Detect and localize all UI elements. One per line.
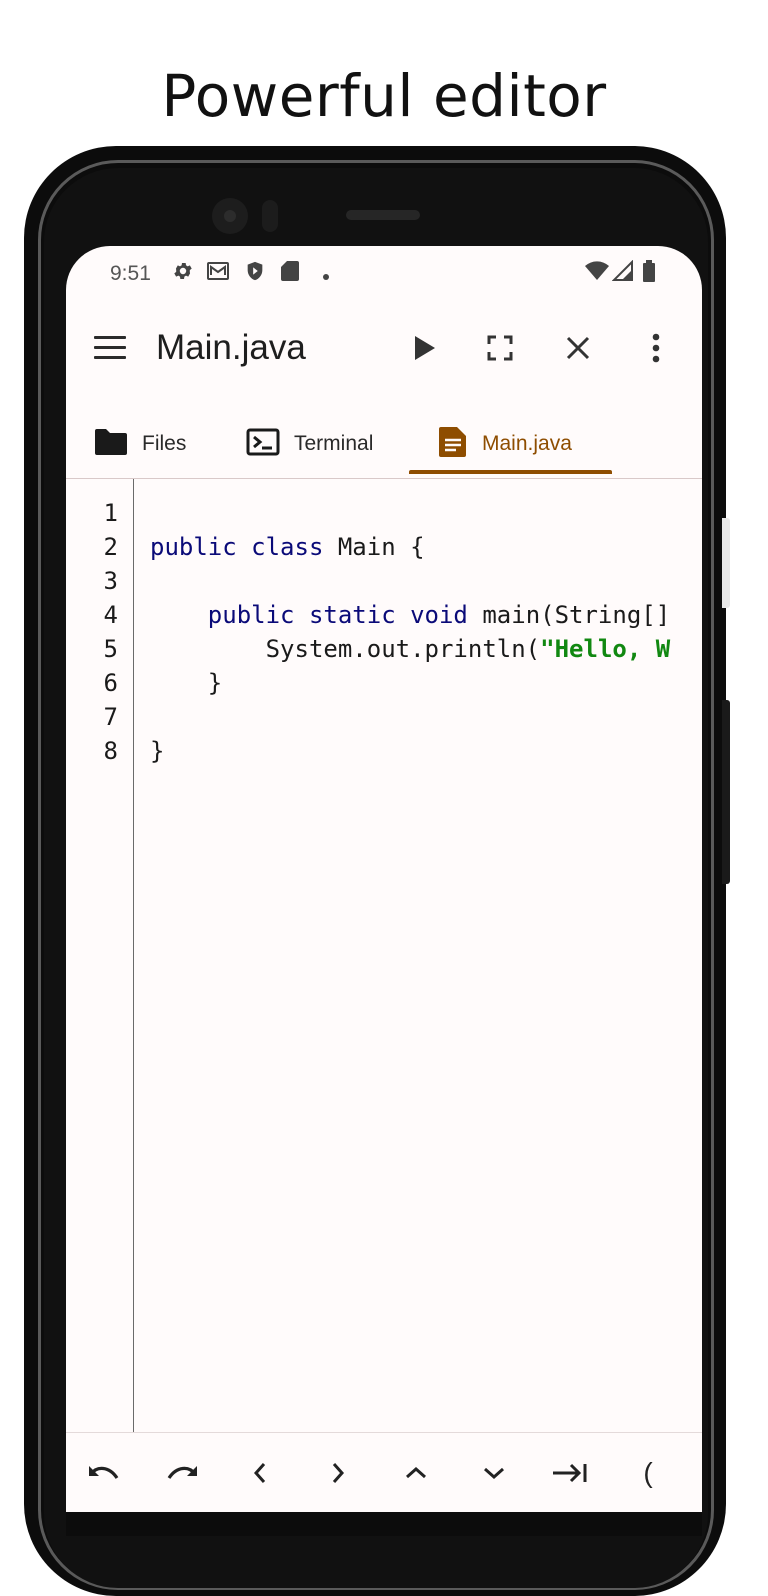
status-bar: 9:51 xyxy=(66,246,702,298)
key-right[interactable] xyxy=(314,1453,362,1493)
phone-screen: 9:51 Main.java Files Terminal Main.java … xyxy=(66,246,702,1536)
phone-bottom-bezel xyxy=(66,1512,702,1536)
key-paren[interactable]: ( xyxy=(624,1453,672,1493)
tab-label: Main.java xyxy=(482,432,572,455)
code-token: } xyxy=(150,669,223,697)
terminal-icon xyxy=(246,428,280,461)
tab-label: Terminal xyxy=(294,432,374,455)
fullscreen-icon[interactable] xyxy=(482,330,518,366)
redo-icon[interactable] xyxy=(158,1453,206,1493)
code-text: } xyxy=(150,666,222,700)
extra-keys-bar: ( xyxy=(66,1432,702,1513)
tab-terminal[interactable]: Terminal xyxy=(246,410,373,478)
code-text: System.out.println("Hello, W xyxy=(150,632,671,666)
battery-icon xyxy=(642,260,656,287)
app-bar: Main.java xyxy=(66,302,702,394)
tab-icon[interactable] xyxy=(546,1453,594,1493)
headline: Powerful editor xyxy=(161,62,607,130)
line-number: 6 xyxy=(103,669,118,697)
code-token: Main { xyxy=(323,533,425,561)
wifi-icon xyxy=(584,260,610,287)
active-tab-indicator xyxy=(409,470,612,474)
code-token: } xyxy=(150,737,165,765)
sd-card-icon xyxy=(280,260,300,287)
tab-label: Files xyxy=(142,432,187,455)
code-token: main(String[] xyxy=(467,601,671,629)
line-number: 8 xyxy=(103,737,118,765)
key-up[interactable] xyxy=(392,1453,440,1493)
code-text: public class Main { xyxy=(150,530,425,564)
code-text: } xyxy=(150,734,164,768)
earpiece-speaker xyxy=(346,210,420,220)
status-time: 9:51 xyxy=(110,262,151,285)
close-icon[interactable] xyxy=(560,330,596,366)
proximity-sensor xyxy=(262,200,278,232)
code-editor[interactable]: 1 2 public class Main { 3 4 public static vo… xyxy=(66,479,702,1433)
code-line[interactable]: 7 xyxy=(66,700,702,734)
signal-icon xyxy=(611,259,634,287)
code-text: public static void main(String[] xyxy=(150,598,670,632)
key-down[interactable] xyxy=(470,1453,518,1493)
mail-icon xyxy=(206,260,230,287)
string-token: "Hello, W xyxy=(540,635,671,663)
code-line[interactable]: 8} xyxy=(66,734,702,768)
code-line[interactable]: 5 System.out.println("Hello, W xyxy=(66,632,702,666)
line-number: 1 xyxy=(103,499,118,527)
code-line[interactable]: 1 xyxy=(66,496,702,530)
code-line[interactable]: 6 } xyxy=(66,666,702,700)
app-bar-title: Main.java xyxy=(156,328,306,367)
front-camera xyxy=(212,198,248,234)
tab-main-java[interactable]: Main.java xyxy=(438,410,572,478)
code-line[interactable]: 2 public class Main { xyxy=(66,530,702,564)
keyword-token: public static void xyxy=(207,601,468,629)
line-number: 7 xyxy=(103,703,118,731)
shield-icon xyxy=(244,260,266,287)
line-number: 2 xyxy=(103,533,118,561)
line-number: 4 xyxy=(103,601,118,629)
dot-icon xyxy=(322,268,330,286)
code-line[interactable]: 3 xyxy=(66,564,702,598)
undo-icon[interactable] xyxy=(80,1453,128,1493)
line-number: 3 xyxy=(103,567,118,595)
keyword-token: public class xyxy=(150,533,324,561)
code-line[interactable]: 4 public static void main(String[] xyxy=(66,598,702,632)
tab-bar: Files Terminal Main.java xyxy=(66,410,702,479)
key-left[interactable] xyxy=(236,1453,284,1493)
folder-icon xyxy=(94,428,128,461)
tab-files[interactable]: Files xyxy=(94,410,186,478)
side-button-power xyxy=(722,700,730,884)
more-vert-icon[interactable] xyxy=(638,330,674,366)
gear-icon xyxy=(172,260,194,287)
side-button xyxy=(722,518,730,608)
line-number: 5 xyxy=(103,635,118,663)
document-icon xyxy=(438,426,468,463)
menu-icon[interactable] xyxy=(94,336,126,360)
code-token: System.out.println( xyxy=(150,635,541,663)
play-icon[interactable] xyxy=(406,330,442,366)
